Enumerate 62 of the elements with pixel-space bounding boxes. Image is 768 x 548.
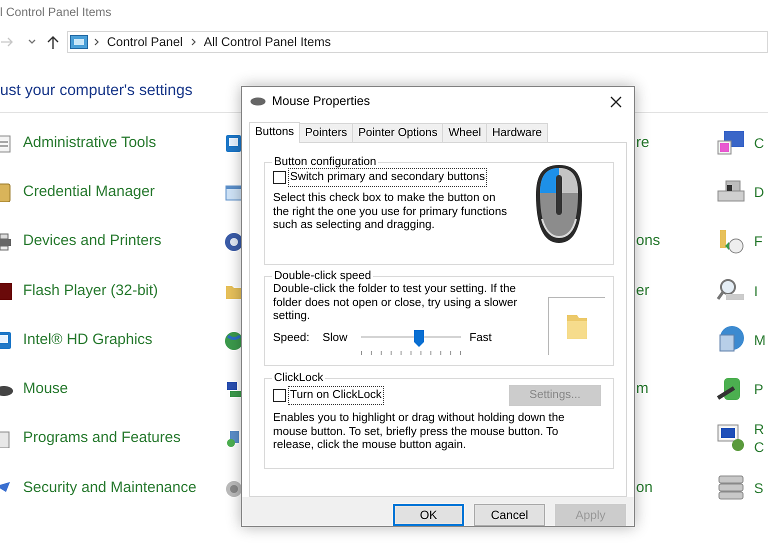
monitor-icon[interactable] bbox=[0, 330, 14, 350]
control-panel-item[interactable]: R C bbox=[754, 420, 765, 456]
control-panel-item[interactable]: P bbox=[754, 380, 765, 398]
slider-max-label: Fast bbox=[469, 330, 492, 346]
dialog-button[interactable]: OK bbox=[393, 504, 464, 526]
control-panel-item[interactable]: Intel® HD Graphics bbox=[23, 330, 152, 349]
breadcrumb-link[interactable]: Control Panel bbox=[105, 32, 185, 52]
control-panel-item[interactable]: Administrative Tools bbox=[23, 134, 156, 152]
control-panel-item[interactable]: Credential Manager bbox=[23, 182, 155, 201]
up-arrow-icon[interactable] bbox=[47, 36, 59, 48]
control-panel-item[interactable]: m bbox=[636, 380, 648, 398]
mouse-icon bbox=[250, 97, 266, 106]
close-icon[interactable] bbox=[610, 96, 622, 108]
folder-icon bbox=[565, 312, 589, 340]
tab[interactable]: Pointer Options bbox=[352, 123, 444, 142]
description-text: Select this check box to make the button on the right the one you use for primary functions such as selecting and dragging. bbox=[273, 192, 508, 233]
tab[interactable]: Pointers bbox=[299, 123, 354, 142]
network-icon[interactable] bbox=[224, 379, 244, 400]
control-panel-item[interactable]: M bbox=[754, 330, 765, 349]
control-panel-item[interactable]: F bbox=[754, 232, 765, 250]
slider-thumb[interactable] bbox=[414, 330, 424, 346]
control-panel-item[interactable]: C bbox=[754, 134, 765, 152]
checkbox-label[interactable]: Switch primary and secondary buttons bbox=[289, 169, 486, 186]
checkbox[interactable] bbox=[273, 171, 286, 184]
group-label: Button configuration bbox=[273, 155, 378, 169]
breadcrumb-link[interactable]: All Control Panel Items bbox=[202, 32, 333, 52]
control-panel-item[interactable]: Mouse bbox=[23, 380, 68, 398]
dropdown-caret-icon[interactable] bbox=[28, 39, 36, 45]
control-panel-icon bbox=[70, 35, 88, 49]
control-panel-item[interactable]: er bbox=[636, 282, 650, 300]
control-panel-item[interactable]: Flash Player (32-bit) bbox=[23, 282, 158, 300]
page-heading: ust your computer's settings bbox=[0, 81, 192, 101]
control-panel-item[interactable]: D bbox=[754, 182, 765, 201]
tab[interactable]: Buttons bbox=[249, 122, 300, 143]
control-panel-item[interactable]: Devices and Printers bbox=[23, 232, 162, 250]
tab[interactable]: Hardware bbox=[486, 123, 548, 142]
control-panel-item[interactable]: on bbox=[636, 478, 653, 497]
control-panel-item[interactable]: I bbox=[754, 282, 765, 300]
control-panel-item[interactable]: ons bbox=[636, 232, 660, 250]
control-panel-item[interactable]: Security and Maintenance bbox=[23, 478, 196, 497]
description-text: Double-click the folder to test your setting. If the folder does not open or close, try using a slower setting. bbox=[273, 283, 518, 324]
control-panel-item[interactable]: S bbox=[754, 478, 765, 497]
tab[interactable]: Wheel bbox=[442, 123, 488, 142]
dialog-title: Mouse Properties bbox=[272, 93, 370, 110]
monitor-icon[interactable] bbox=[224, 132, 244, 153]
group-label: Double-click speed bbox=[273, 269, 372, 283]
chevron-icon bbox=[94, 38, 99, 46]
slider-min-label: Slow bbox=[322, 330, 348, 346]
slider-label: Speed: bbox=[273, 330, 310, 346]
chevron-icon bbox=[190, 38, 196, 46]
printer-icon[interactable] bbox=[0, 231, 14, 252]
app-icon[interactable] bbox=[0, 280, 14, 301]
control-panel-item[interactable]: re bbox=[636, 134, 650, 152]
checkbox-label[interactable]: Turn on ClickLock bbox=[289, 386, 383, 404]
group-label: ClickLock bbox=[273, 371, 324, 385]
remote-monitor-icon[interactable] bbox=[716, 423, 746, 454]
description-text: Enables you to highlight or drag without holding down the mouse button. To set, briefly press the mouse button. To release, click the mouse button again. bbox=[273, 412, 566, 452]
checkbox[interactable] bbox=[273, 389, 286, 402]
window-title: l Control Panel Items bbox=[0, 4, 112, 21]
dialog-button[interactable]: Cancel bbox=[474, 504, 545, 526]
control-panel-item[interactable]: Programs and Features bbox=[23, 429, 181, 448]
address-bar[interactable]: Control Panel All Control Panel Items bbox=[67, 31, 768, 53]
